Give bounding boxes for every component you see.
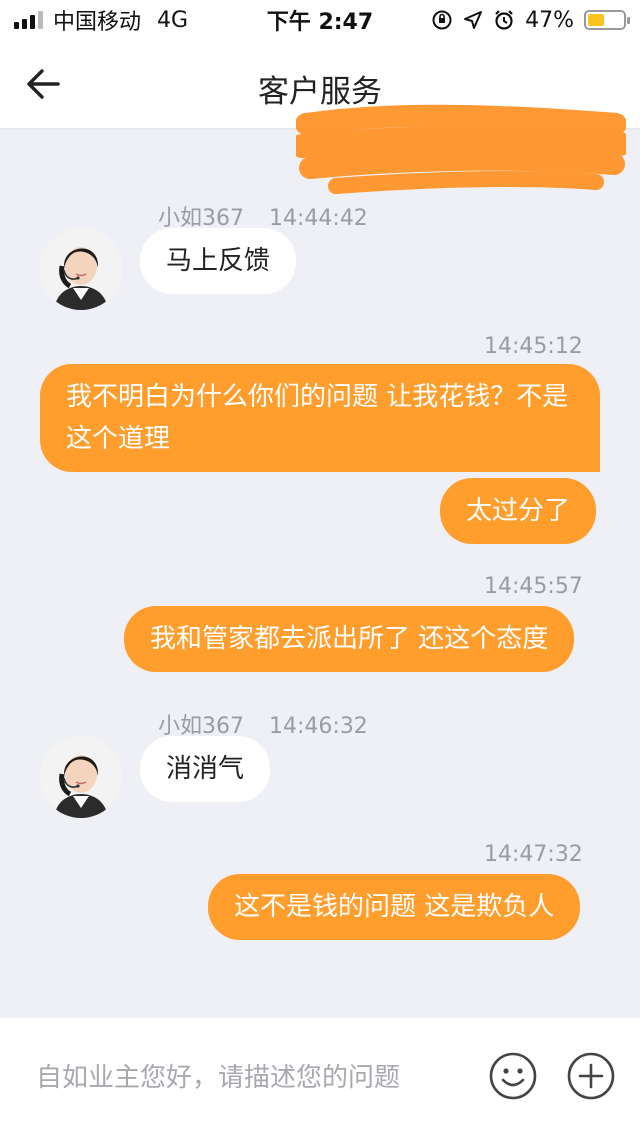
- message-input[interactable]: [36, 1056, 466, 1100]
- message-bubble-outgoing[interactable]: 这不是钱的问题 这是欺负人: [208, 874, 581, 940]
- message-bubble-incoming[interactable]: 马上反馈: [140, 228, 297, 294]
- rotation-lock-icon: [432, 10, 452, 30]
- plus-circle-icon: [567, 1052, 615, 1100]
- battery-percent: 47%: [525, 7, 574, 33]
- smiley-icon: [489, 1052, 537, 1100]
- message-time: 14:45:12: [484, 334, 583, 359]
- location-icon: [464, 11, 483, 29]
- agent-avatar[interactable]: [40, 736, 122, 818]
- message-time: 14:46:32: [269, 714, 368, 739]
- network-type: 4G: [157, 7, 189, 33]
- signal-icon: [14, 11, 43, 29]
- agent-avatar-icon: [40, 736, 122, 818]
- message-bubble-outgoing[interactable]: 太过分了: [440, 478, 597, 544]
- agent-avatar-icon: [40, 228, 122, 310]
- emoji-button[interactable]: [488, 1051, 538, 1101]
- battery-fill: [588, 14, 604, 26]
- status-right: 47%: [431, 7, 630, 33]
- message-time: 14:45:57: [484, 574, 583, 599]
- status-left: 中国移动 4G: [14, 4, 188, 36]
- input-bar: [0, 1018, 640, 1136]
- message-time: 14:44:42: [269, 206, 368, 231]
- agent-avatar[interactable]: [40, 228, 122, 310]
- message-bubble-outgoing[interactable]: 我和管家都去派出所了 还这个态度: [124, 606, 575, 672]
- page-title: 客户服务: [258, 74, 382, 110]
- battery-icon: [584, 10, 630, 30]
- message-time: 14:47:32: [484, 842, 583, 867]
- status-bar: 中国移动 4G 下午 2:47 47%: [0, 0, 640, 40]
- add-button[interactable]: [566, 1051, 616, 1101]
- message-bubble-outgoing[interactable]: 我不明白为什么你们的问题 让我花钱？不是这个道理: [40, 364, 600, 472]
- message-bubble-incoming[interactable]: 消消气: [140, 736, 271, 802]
- nav-header: 客户服务: [0, 40, 640, 128]
- alarm-icon: [495, 10, 513, 30]
- carrier-name: 中国移动: [53, 10, 142, 35]
- chat-area[interactable]: 小如367 14:44:42 马上反馈 14:45:12 我不明白为什么你们的问…: [0, 128, 640, 1018]
